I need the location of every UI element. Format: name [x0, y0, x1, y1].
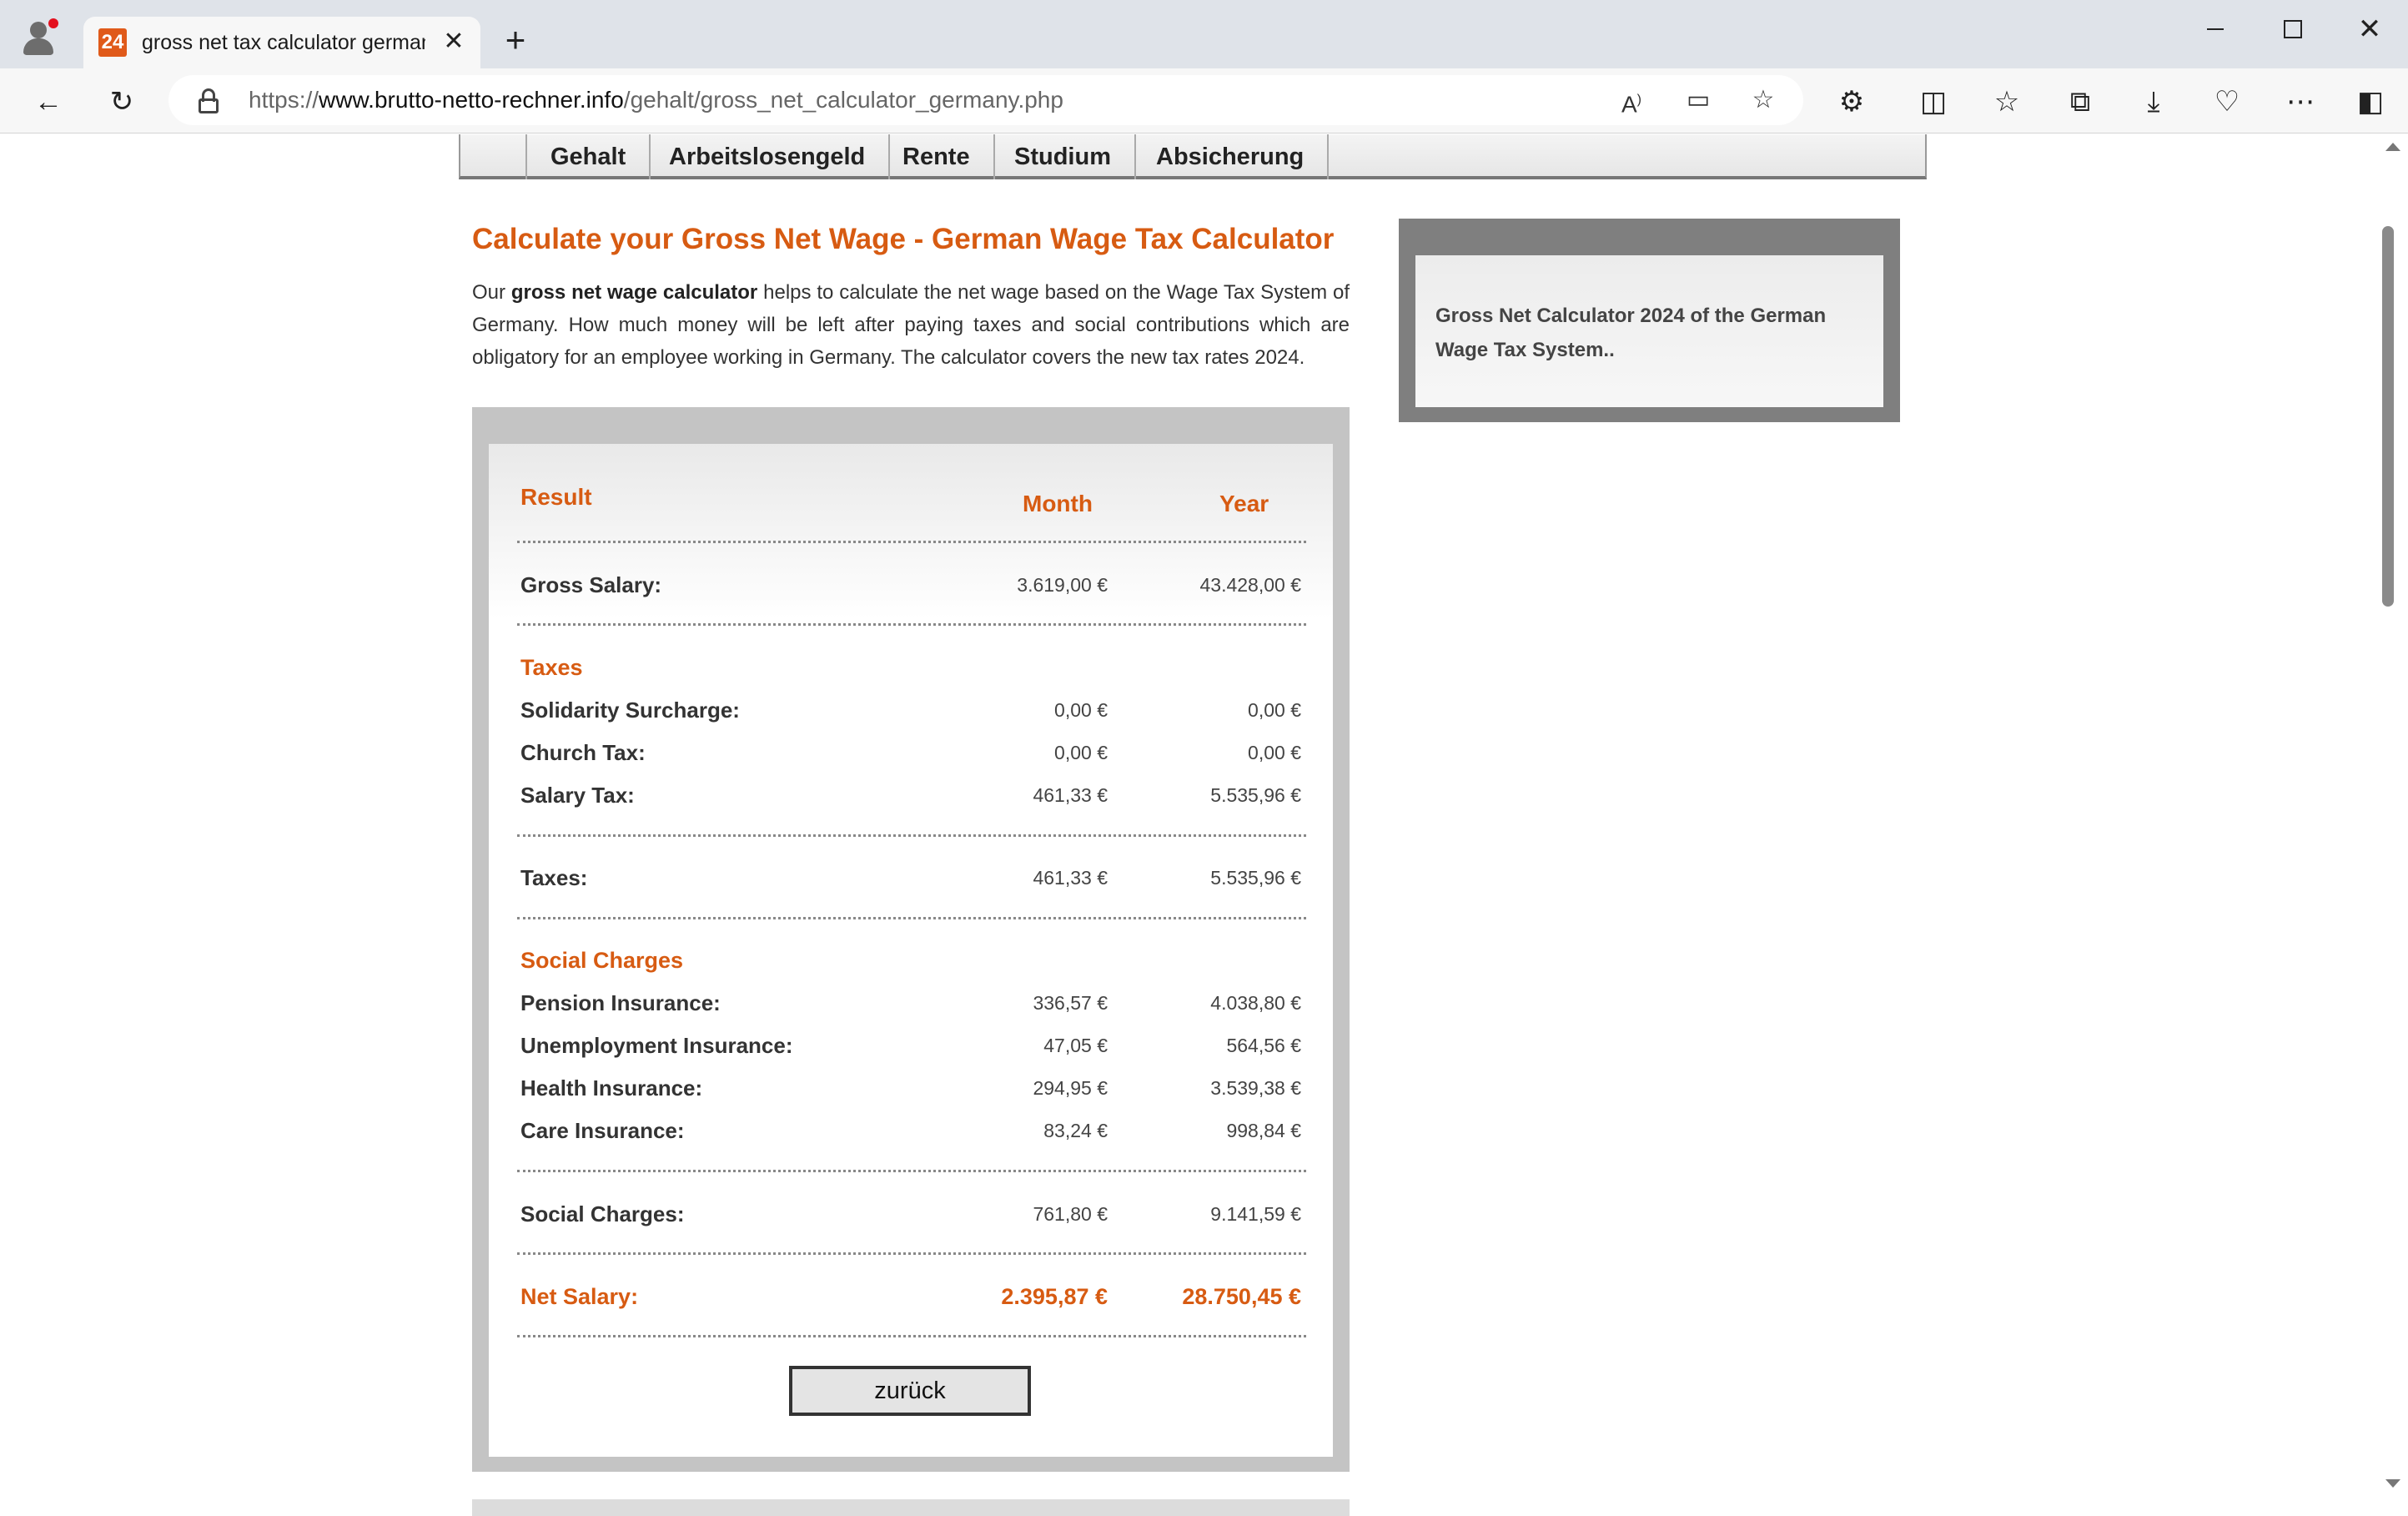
tab-title: gross net tax calculator germany	[142, 31, 425, 54]
read-aloud-icon[interactable]: A)	[1613, 82, 1650, 118]
result-title: Result	[520, 484, 592, 510]
favorite-star-icon[interactable]: ☆	[1745, 82, 1782, 118]
browser-tab[interactable]: 24 gross net tax calculator germany ✕	[83, 17, 480, 68]
nav-item-gehalt[interactable]: Gehalt	[525, 134, 651, 179]
address-bar[interactable]: https://www.brutto-netto-rechner.info/ge…	[168, 75, 1803, 125]
row-unemployment-insurance: Unemployment Insurance: 47,05 € 564,56 €	[520, 1033, 1301, 1058]
dotted-divider	[517, 834, 1306, 837]
dotted-divider	[517, 623, 1306, 626]
immersive-reader-icon[interactable]: ▭	[1680, 82, 1717, 118]
row-net-salary: Net Salary: 2.395,87 € 28.750,45 €	[520, 1284, 1301, 1309]
row-solidarity-surcharge: Solidarity Surcharge: 0,00 € 0,00 €	[520, 698, 1301, 723]
column-year: Year	[1219, 491, 1269, 516]
nav-item-studium[interactable]: Studium	[991, 134, 1136, 179]
sidebar-box: Gross Net Calculator 2024 of the German …	[1399, 219, 1900, 422]
url-text[interactable]: https://www.brutto-netto-rechner.info/ge…	[249, 75, 1063, 125]
close-window-icon[interactable]: ✕	[2340, 8, 2399, 50]
close-tab-icon[interactable]: ✕	[439, 27, 469, 57]
dotted-divider	[517, 1335, 1306, 1337]
sidebar-toggle-icon[interactable]: ◧	[2350, 82, 2390, 122]
new-tab-icon[interactable]: +	[497, 22, 534, 58]
browser-essentials-icon[interactable]: ♡	[2207, 82, 2247, 122]
scroll-down-icon[interactable]	[2385, 1479, 2400, 1488]
row-gross-salary: Gross Salary: 3.619,00 € 43.428,00 €	[520, 572, 1301, 597]
minimize-window-icon[interactable]	[2185, 8, 2244, 50]
lock-icon[interactable]	[195, 87, 222, 113]
row-pension-insurance: Pension Insurance: 336,57 € 4.038,80 €	[520, 990, 1301, 1015]
dotted-divider	[517, 1252, 1306, 1255]
more-menu-icon[interactable]: ⋯	[2280, 82, 2320, 122]
collections-icon[interactable]: ⧉	[2060, 82, 2100, 122]
next-panel-edge	[472, 1499, 1350, 1516]
dotted-divider	[517, 917, 1306, 919]
downloads-icon[interactable]: ⤓	[2134, 82, 2174, 122]
browser-toolbar: ← ↻ https://www.brutto-netto-rechner.inf…	[0, 68, 2408, 133]
intro-paragraph: Our gross net wage calculator helps to c…	[472, 281, 1350, 369]
refresh-icon[interactable]: ↻	[102, 82, 142, 122]
dotted-divider	[517, 1170, 1306, 1172]
maximize-window-icon[interactable]	[2262, 8, 2320, 50]
back-arrow-icon[interactable]: ←	[28, 82, 68, 122]
row-care-insurance: Care Insurance: 83,24 € 998,84 €	[520, 1118, 1301, 1143]
row-taxes-total: Taxes: 461,33 € 5.535,96 €	[520, 865, 1301, 890]
row-social-charges-total: Social Charges: 761,80 € 9.141,59 €	[520, 1201, 1301, 1226]
row-church-tax: Church Tax: 0,00 € 0,00 €	[520, 740, 1301, 765]
page-viewport: Gehalt Arbeitslosengeld Rente Studium Ab…	[0, 134, 2408, 1516]
tab-favicon-icon: 24	[98, 28, 127, 57]
split-screen-icon[interactable]: ◫	[1913, 82, 1953, 122]
dotted-divider	[517, 541, 1306, 543]
row-salary-tax: Salary Tax: 461,33 € 5.535,96 €	[520, 783, 1301, 808]
browser-titlebar: 24 gross net tax calculator germany ✕ + …	[0, 0, 2408, 68]
row-health-insurance: Health Insurance: 294,95 € 3.539,38 €	[520, 1075, 1301, 1100]
section-social-charges: Social Charges	[520, 948, 684, 973]
result-header-row: Result Month Year	[520, 481, 1305, 516]
scroll-thumb[interactable]	[2382, 226, 2394, 607]
profile-icon[interactable]	[20, 17, 58, 55]
page-scrollbar[interactable]	[2377, 134, 2408, 1516]
page-title: Calculate your Gross Net Wage - German W…	[472, 223, 1335, 255]
back-button[interactable]: zurück	[789, 1366, 1031, 1416]
column-month: Month	[1023, 491, 1093, 516]
favorites-icon[interactable]: ☆	[1987, 82, 2027, 122]
extensions-icon[interactable]: ⚙	[1832, 82, 1872, 122]
section-taxes: Taxes	[520, 655, 583, 680]
sidebar-text: Gross Net Calculator 2024 of the German …	[1435, 305, 1827, 361]
nav-item-absicherung[interactable]: Absicherung	[1133, 134, 1330, 179]
nav-item-arbeitslosengeld[interactable]: Arbeitslosengeld	[646, 134, 891, 179]
main-nav: Gehalt Arbeitslosengeld Rente Studium Ab…	[459, 134, 1927, 179]
result-panel: Result Month Year Gross Salary: 3.619,00…	[472, 407, 1350, 1472]
nav-item-rente[interactable]: Rente	[879, 134, 995, 179]
result-table: Result Month Year Gross Salary: 3.619,00…	[489, 444, 1333, 1457]
scroll-up-icon[interactable]	[2385, 143, 2400, 151]
